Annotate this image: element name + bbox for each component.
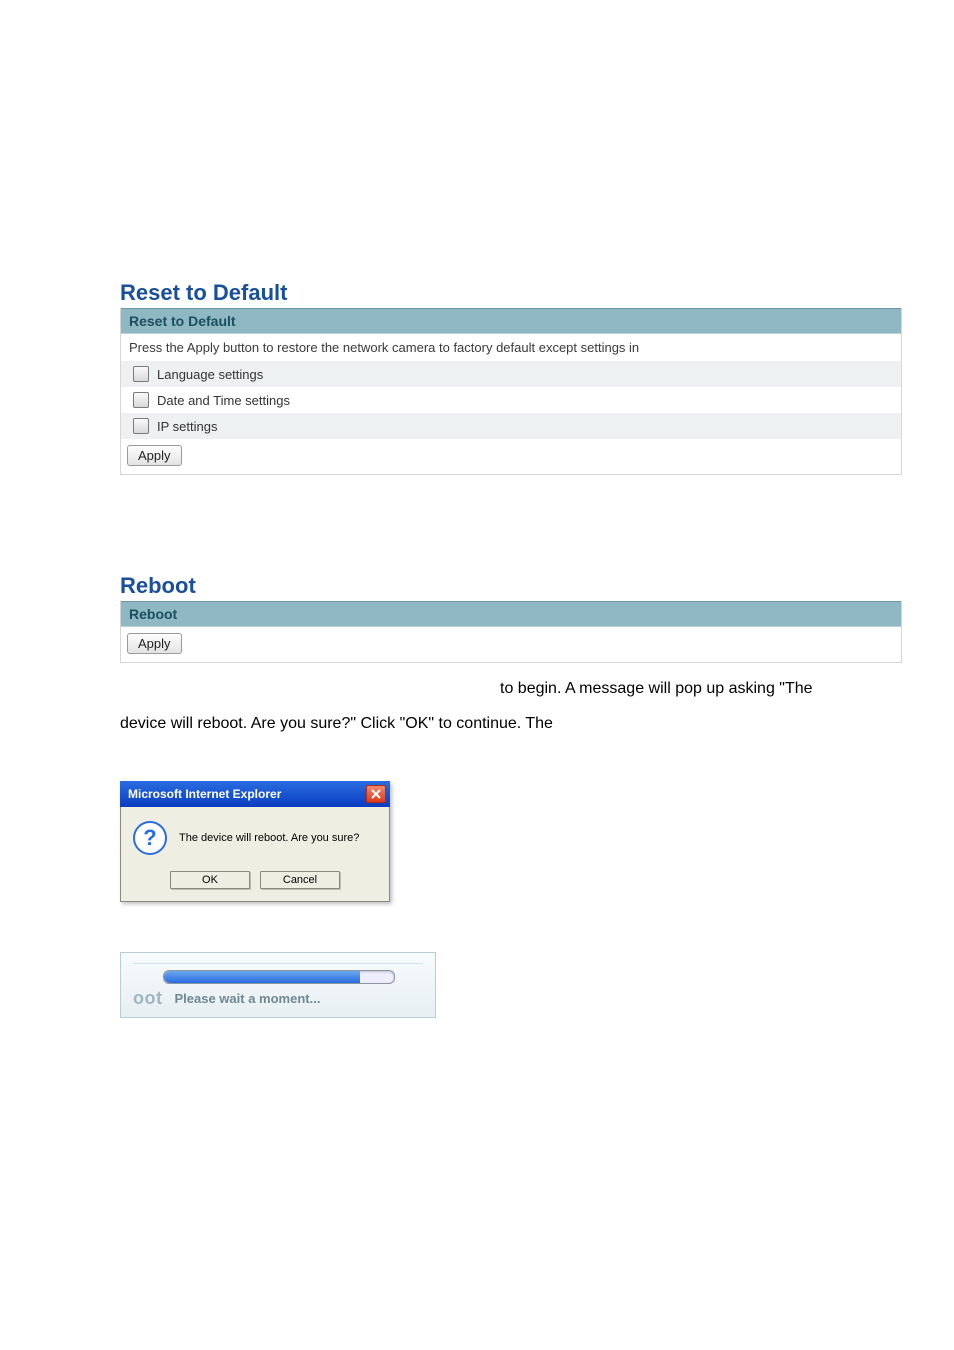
close-icon: [371, 789, 381, 799]
dialog-cancel-button[interactable]: Cancel: [260, 871, 340, 889]
reset-apply-button[interactable]: Apply: [127, 445, 182, 466]
option-label: Language settings: [157, 367, 263, 382]
progress-prefix: oot: [133, 988, 162, 1009]
body-text-line-1: to begin. A message will pop up asking "…: [500, 671, 854, 706]
checkbox-language[interactable]: [133, 366, 149, 382]
progress-fill: [164, 971, 360, 983]
progress-bar: [163, 970, 395, 984]
body-text-line-2: device will reboot. Are you sure?" Click…: [120, 706, 854, 741]
option-label: IP settings: [157, 419, 217, 434]
dialog-message: The device will reboot. Are you sure?: [179, 832, 359, 844]
dialog-close-button[interactable]: [366, 785, 386, 803]
progress-text: Please wait a moment...: [174, 991, 320, 1006]
question-icon: ?: [133, 821, 167, 855]
reboot-header: Reboot: [121, 601, 901, 627]
option-label: Date and Time settings: [157, 393, 290, 408]
dialog-title-text: Microsoft Internet Explorer: [128, 787, 281, 801]
reset-panel: Reset to Default Press the Apply button …: [120, 308, 902, 475]
dialog-titlebar: Microsoft Internet Explorer: [120, 781, 390, 807]
progress-panel: oot Please wait a moment...: [120, 952, 436, 1018]
checkbox-ip[interactable]: [133, 418, 149, 434]
dialog-ok-button[interactable]: OK: [170, 871, 250, 889]
reboot-panel: Reboot Apply: [120, 601, 902, 663]
confirm-dialog: Microsoft Internet Explorer ? The device…: [120, 781, 390, 902]
reboot-title: Reboot: [120, 573, 854, 599]
reset-title: Reset to Default: [120, 280, 854, 306]
reboot-apply-button[interactable]: Apply: [127, 633, 182, 654]
divider: [133, 963, 423, 964]
checkbox-datetime[interactable]: [133, 392, 149, 408]
reset-header: Reset to Default: [121, 308, 901, 334]
option-ip: IP settings: [121, 413, 901, 439]
reset-description: Press the Apply button to restore the ne…: [121, 334, 901, 361]
option-datetime: Date and Time settings: [121, 387, 901, 413]
option-language: Language settings: [121, 361, 901, 387]
